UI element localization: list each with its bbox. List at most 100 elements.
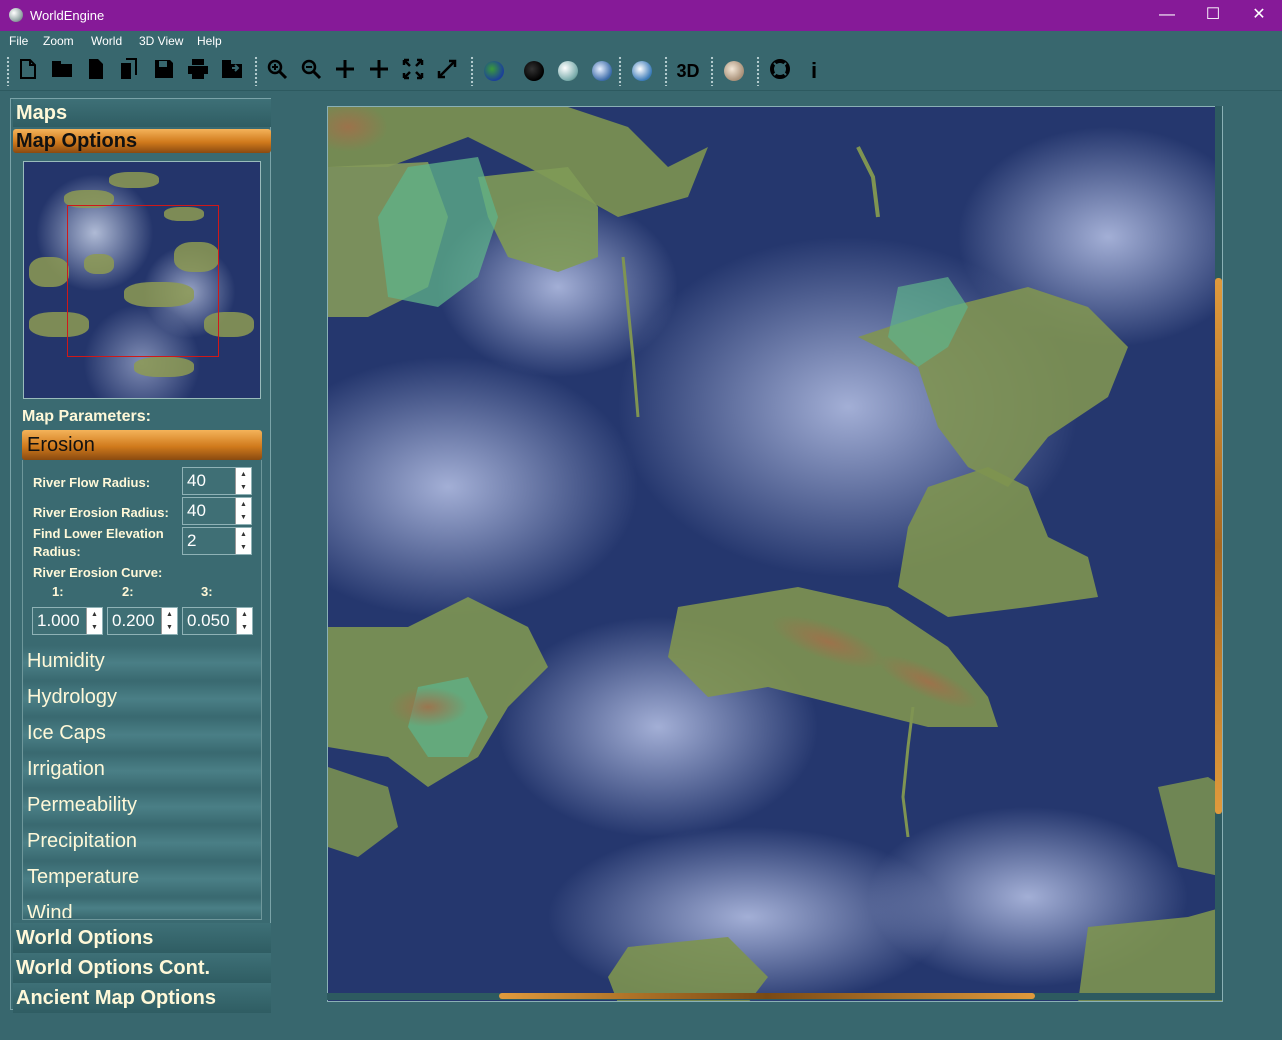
horizontal-scrollbar[interactable]: [327, 993, 1215, 1000]
black-sphere-icon[interactable]: [524, 61, 544, 81]
blue-globe-icon[interactable]: [592, 61, 612, 81]
copy-document-icon[interactable]: [116, 57, 144, 85]
world-options-cont-section-header[interactable]: World Options Cont.: [13, 953, 271, 983]
toolbar-separator: [710, 56, 714, 86]
map-overview-thumbnail[interactable]: [23, 161, 261, 399]
horizontal-scrollbar-thumb[interactable]: [499, 993, 1035, 999]
spin-up-icon[interactable]: ▲: [87, 608, 102, 621]
ancient-map-options-section-header[interactable]: Ancient Map Options: [13, 983, 271, 1013]
world-options-section-header[interactable]: World Options: [13, 923, 271, 953]
menu-world[interactable]: World: [91, 34, 122, 48]
left-panel: Maps Map Options Map Parameters: Erosion…: [10, 98, 271, 1013]
map-options-section-header[interactable]: Map Options: [13, 129, 271, 153]
spin-arrows[interactable]: ▲ ▼: [161, 608, 177, 634]
toolbar-separator: [664, 56, 668, 86]
category-wind[interactable]: Wind: [23, 898, 261, 918]
spin-down-icon[interactable]: ▼: [87, 621, 102, 634]
zoom-in-icon[interactable]: [263, 57, 291, 85]
viewport-rectangle[interactable]: [67, 205, 219, 357]
vertical-scrollbar-thumb[interactable]: [1215, 278, 1222, 814]
open-folder-icon[interactable]: [48, 57, 76, 85]
toolbar-separator: [618, 56, 622, 86]
spin-arrows[interactable]: ▲ ▼: [236, 608, 252, 634]
spin-up-icon[interactable]: ▲: [237, 608, 252, 621]
find-lower-elevation-radius-spinbox[interactable]: 2 ▲ ▼: [182, 527, 252, 555]
menu-file[interactable]: File: [9, 34, 28, 48]
category-humidity[interactable]: Humidity: [23, 646, 261, 680]
spin-arrows[interactable]: ▲ ▼: [86, 608, 102, 634]
category-permeability[interactable]: Permeability: [23, 790, 261, 824]
menu-3d-view[interactable]: 3D View: [139, 34, 183, 48]
spin-down-icon[interactable]: ▼: [162, 621, 177, 634]
spin-arrows[interactable]: ▲ ▼: [235, 528, 251, 554]
move-icon[interactable]: [365, 57, 393, 85]
river-erosion-radius-value[interactable]: 40: [187, 501, 206, 521]
spin-down-icon[interactable]: ▼: [237, 621, 252, 634]
find-lower-radius-label: Radius:: [33, 544, 81, 559]
category-temperature[interactable]: Temperature: [23, 862, 261, 896]
pan-icon[interactable]: [331, 57, 359, 85]
help-lifebuoy-icon[interactable]: [766, 57, 794, 85]
category-precipitation[interactable]: Precipitation: [23, 826, 261, 860]
river-flow-radius-spinbox[interactable]: 40 ▲ ▼: [182, 467, 252, 495]
settings-sphere-icon[interactable]: [724, 61, 744, 81]
ice-globe-icon[interactable]: [632, 61, 652, 81]
toolbar: 3D i: [0, 52, 1282, 91]
curve-2-value[interactable]: 0.200: [112, 611, 155, 631]
find-lower-elevation-radius-value[interactable]: 2: [187, 531, 196, 551]
cloud-globe-icon[interactable]: [558, 61, 578, 81]
curve-3-value[interactable]: 0.050: [187, 611, 230, 631]
export-folder-icon[interactable]: [218, 57, 246, 85]
spin-up-icon[interactable]: ▲: [162, 608, 177, 621]
3d-view-button[interactable]: 3D: [673, 57, 703, 85]
maximize-button[interactable]: ☐: [1190, 0, 1236, 31]
map-viewport[interactable]: [327, 106, 1223, 1002]
toolbar-separator: [6, 56, 10, 86]
save-icon[interactable]: [150, 57, 178, 85]
spin-down-icon[interactable]: ▼: [236, 511, 251, 524]
curve-1-spinbox[interactable]: 1.000 ▲ ▼: [32, 607, 103, 635]
menu-zoom[interactable]: Zoom: [43, 34, 74, 48]
river-erosion-radius-spinbox[interactable]: 40 ▲ ▼: [182, 497, 252, 525]
world-map-image[interactable]: [328, 107, 1223, 1002]
vertical-scrollbar[interactable]: [1215, 106, 1222, 1000]
title-bar: WorldEngine — ☐ ✕: [0, 0, 1282, 31]
spin-up-icon[interactable]: ▲: [236, 498, 251, 511]
new-document-icon[interactable]: [14, 57, 42, 85]
river-erosion-curve-label: River Erosion Curve:: [33, 565, 163, 580]
spin-up-icon[interactable]: ▲: [236, 468, 251, 481]
erosion-group-header[interactable]: Erosion: [22, 430, 262, 460]
app-globe-icon: [9, 8, 23, 22]
spin-arrows[interactable]: ▲ ▼: [235, 468, 251, 494]
toolbar-separator: [470, 56, 474, 86]
info-icon[interactable]: i: [800, 57, 828, 85]
close-button[interactable]: ✕: [1236, 0, 1282, 31]
earth-globe-icon[interactable]: [484, 61, 504, 81]
category-ice-caps[interactable]: Ice Caps: [23, 718, 261, 752]
curve-2-spinbox[interactable]: 0.200 ▲ ▼: [107, 607, 178, 635]
print-icon[interactable]: [184, 57, 212, 85]
toolbar-separator: [756, 56, 760, 86]
toolbar-separator: [254, 56, 258, 86]
curve-header-3: 3:: [201, 584, 213, 599]
fit-to-window-icon[interactable]: [399, 57, 427, 85]
window-title: WorldEngine: [30, 8, 105, 23]
curve-1-value[interactable]: 1.000: [37, 611, 80, 631]
menu-help[interactable]: Help: [197, 34, 222, 48]
spin-down-icon[interactable]: ▼: [236, 481, 251, 494]
spin-arrows[interactable]: ▲ ▼: [235, 498, 251, 524]
spin-down-icon[interactable]: ▼: [236, 541, 251, 554]
category-hydrology[interactable]: Hydrology: [23, 682, 261, 716]
expand-icon[interactable]: [433, 57, 461, 85]
minimize-button[interactable]: —: [1144, 0, 1190, 31]
zoom-out-icon[interactable]: [297, 57, 325, 85]
map-parameters-label: Map Parameters:: [22, 408, 151, 425]
curve-header-2: 2:: [122, 584, 134, 599]
document-icon[interactable]: [82, 57, 110, 85]
maps-section-header[interactable]: Maps: [13, 99, 271, 127]
spin-up-icon[interactable]: ▲: [236, 528, 251, 541]
category-irrigation[interactable]: Irrigation: [23, 754, 261, 788]
river-flow-radius-value[interactable]: 40: [187, 471, 206, 491]
curve-header-1: 1:: [52, 584, 64, 599]
curve-3-spinbox[interactable]: 0.050 ▲ ▼: [182, 607, 253, 635]
